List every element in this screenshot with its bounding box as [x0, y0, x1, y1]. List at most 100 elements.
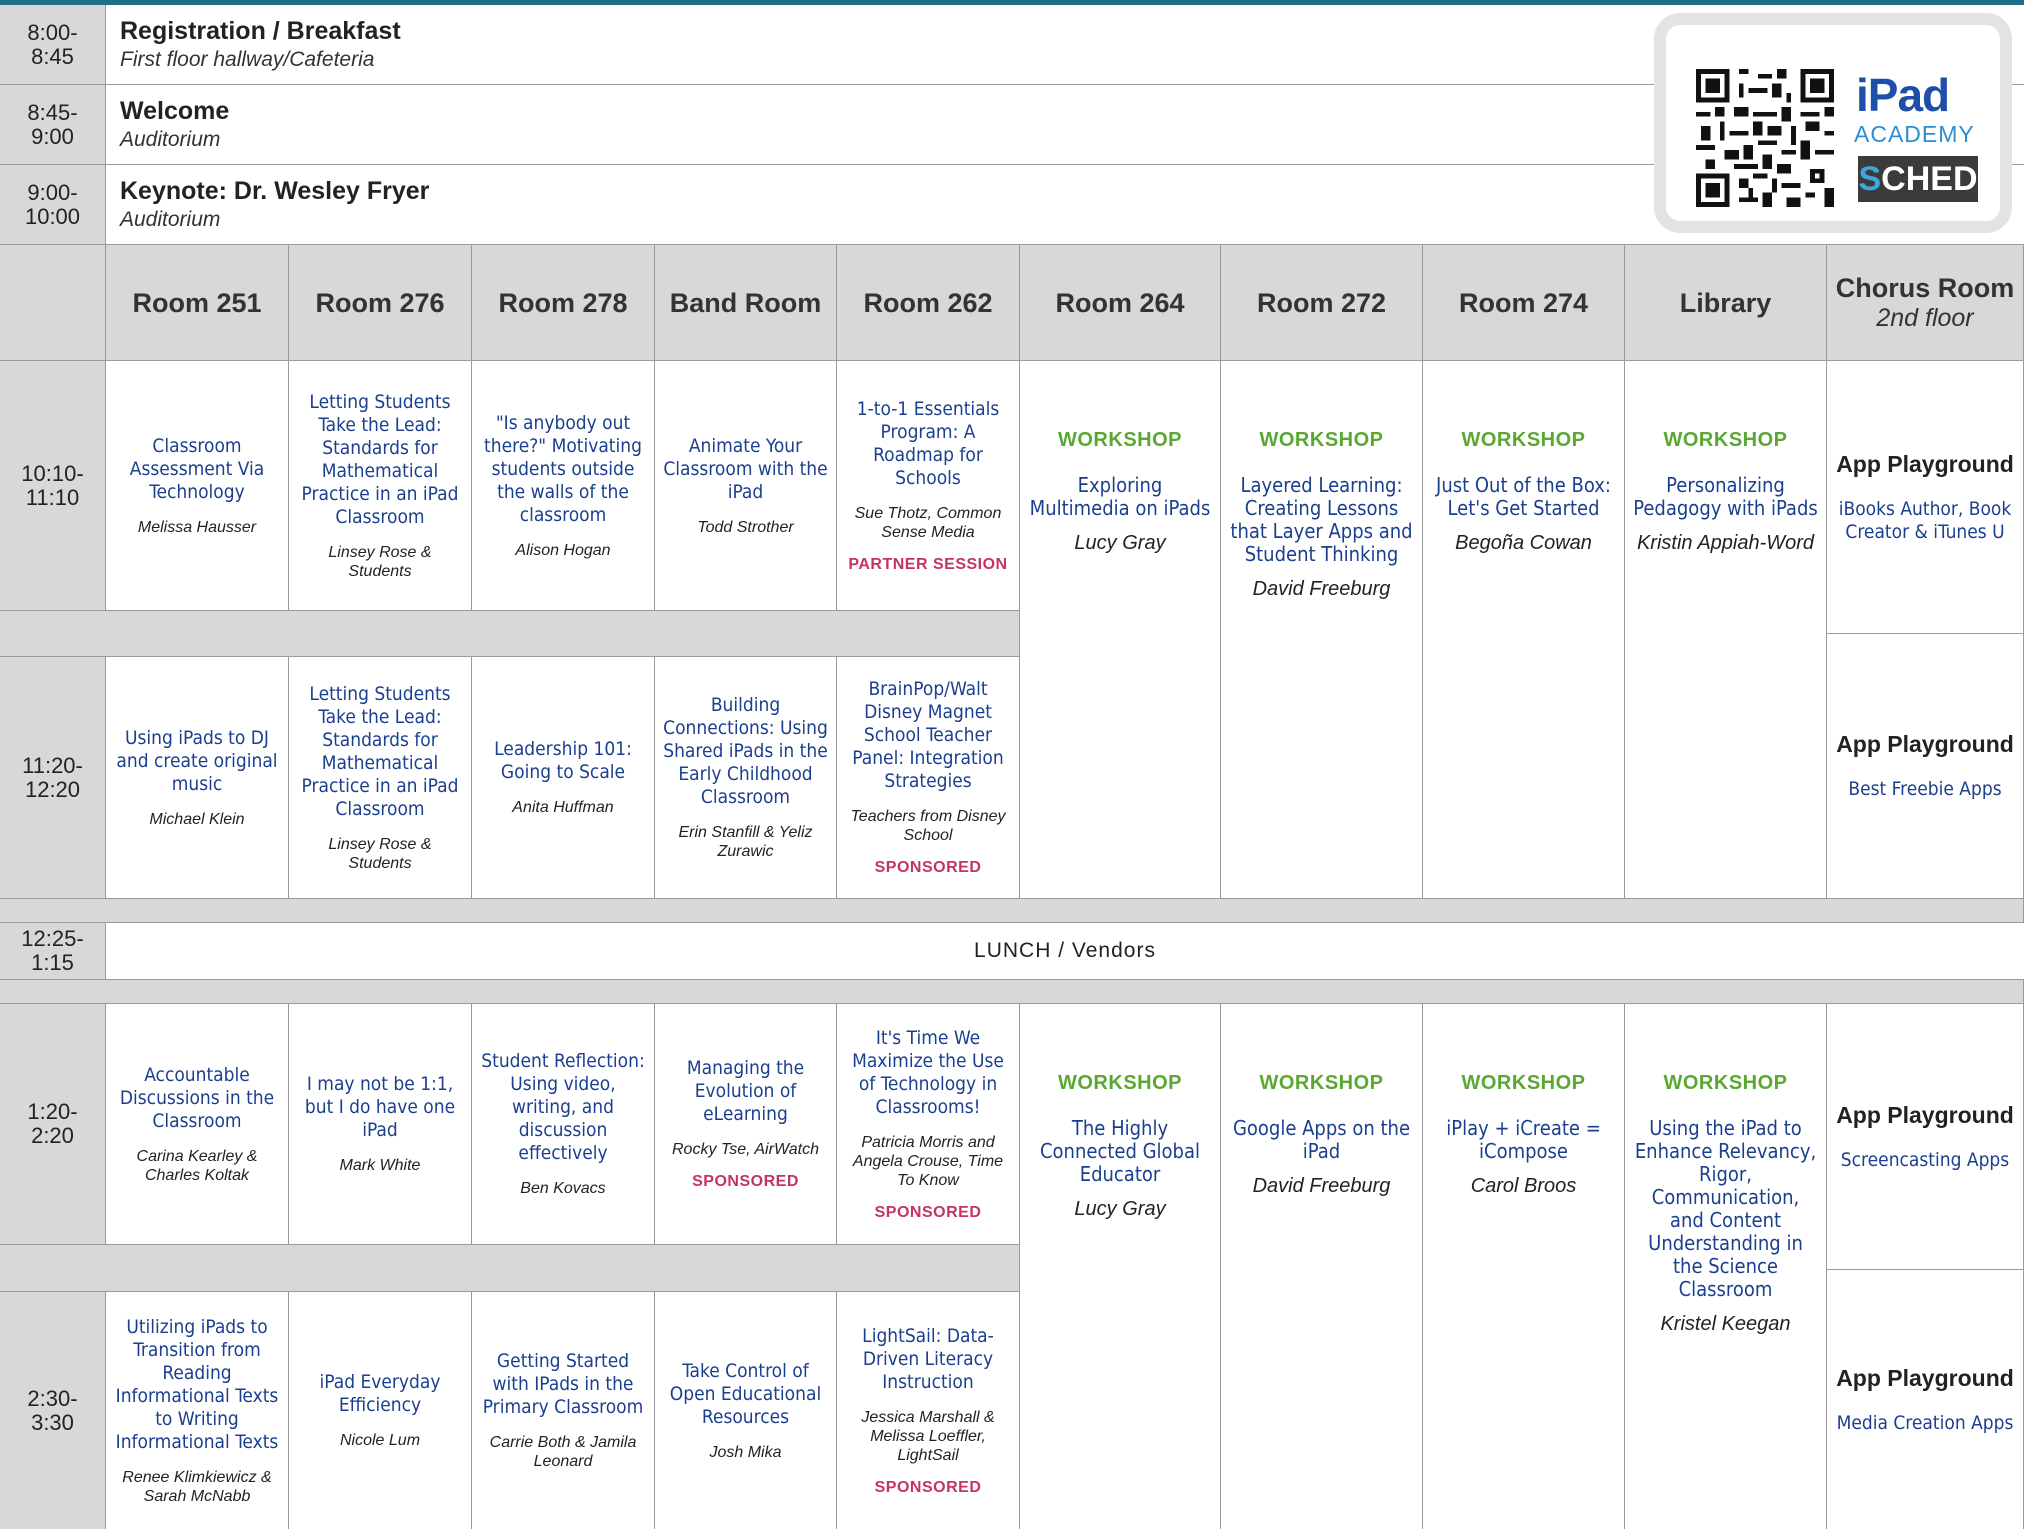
session-cell[interactable]: Managing the Evolution of eLearning Rocky… — [655, 1004, 837, 1245]
workshop-label: WORKSHOP — [1058, 1072, 1182, 1094]
playground-label: App Playground — [1836, 450, 2014, 477]
workshop-title: Exploring Multimedia on iPads — [1029, 473, 1211, 520]
session-cell[interactable]: Letting Students Take the Lead: Standard… — [289, 657, 472, 899]
session-cell[interactable]: Accountable Discussions in the Classroom… — [106, 1004, 289, 1245]
workshop-title: The Highly Connected Global Educator — [1039, 1116, 1201, 1186]
session-cell[interactable]: Utilizing iPads to Transition from Readi… — [106, 1292, 289, 1529]
session-cell[interactable]: Letting Students Take the Lead: Standard… — [289, 361, 472, 611]
session-presenter: Rocky Tse, AirWatch — [671, 1141, 819, 1158]
session-presenter: Melissa Hausser — [137, 518, 257, 536]
break-row-postlunch — [0, 980, 2024, 1004]
time-end: 12:20 — [24, 776, 81, 802]
room-header: Room 278 — [472, 245, 655, 361]
session-presenter: Carrie Both & Jamila Leonard — [489, 1434, 637, 1470]
session-title: Classroom Assessment Via Technology — [129, 434, 265, 503]
session-title: "Is anybody out there?" Motivating stude… — [484, 411, 642, 526]
qr-code-icon — [1696, 69, 1834, 207]
app-playground-cell[interactable]: App Playground Media Creation Apps — [1827, 1270, 2024, 1529]
session-cell[interactable]: Using iPads to DJ and create original mu… — [106, 657, 289, 899]
workshop-cell[interactable]: WORKSHOP Just Out of the Box: Let's Get S… — [1423, 361, 1625, 899]
time-end: 9:00 — [31, 123, 74, 149]
session-cell[interactable]: It's Time We Maximize the Use of Technol… — [837, 1004, 1020, 1245]
workshop-title: Just Out of the Box: Let's Get Started — [1436, 473, 1611, 520]
lunch-row: LUNCH / Vendors — [106, 923, 2024, 980]
session-title: Building Connections: Using Shared iPads… — [663, 694, 828, 808]
logo-badge: iPad ACADEMY S CHED — [1654, 13, 2012, 233]
room-header: Room 264 — [1020, 245, 1221, 361]
workshop-label: WORKSHOP — [1259, 429, 1384, 451]
time-start: 8:45- — [27, 99, 78, 125]
break-row-prelunch — [0, 899, 2024, 923]
app-playground-cell[interactable]: App Playground Best Freebie Apps — [1827, 634, 2024, 899]
session-presenter: Erin Stanfill & Yeliz Zurawic — [678, 824, 813, 860]
workshop-presenter: Kristel Keegan — [1660, 1313, 1791, 1335]
app-playground-cell[interactable]: App Playground iBooks Author, Book Creato… — [1827, 361, 2024, 634]
session-cell[interactable]: Classroom Assessment Via Technology Melis… — [106, 361, 289, 611]
session-cell[interactable]: I may not be 1:1, but I do have one iPad… — [289, 1004, 472, 1245]
session-cell[interactable]: 1-to-1 Essentials Program: A Roadmap for… — [837, 361, 1020, 611]
time-end: 2:20 — [31, 1123, 74, 1148]
session-cell[interactable]: Building Connections: Using Shared iPads… — [655, 657, 837, 899]
sponsored-badge: SPONSORED — [874, 859, 982, 876]
session-presenter: Linsey Rose & Students — [328, 543, 432, 580]
workshop-label: WORKSHOP — [1461, 429, 1586, 451]
workshop-presenter: David Freeburg — [1252, 578, 1391, 600]
session-presenter: Todd Strother — [697, 518, 794, 536]
time-slot-lunch: 12:25- 1:15 — [0, 923, 106, 980]
time-start: 8:00- — [27, 19, 78, 45]
sponsored-badge: SPONSORED — [874, 1203, 982, 1221]
workshop-title: Using the iPad to Enhance Relevancy, Rig… — [1634, 1116, 1817, 1301]
room-header: Room 251 — [106, 245, 289, 361]
session-presenter: Sue Thotz, Common Sense Media — [854, 504, 1002, 541]
session-cell[interactable]: Student Reflection: Using video, writing… — [472, 1004, 655, 1245]
workshop-presenter: Lucy Gray — [1074, 532, 1166, 554]
sched-logo-text: CHED — [1881, 159, 1978, 198]
break-row-am — [0, 611, 1020, 657]
session-cell[interactable]: Animate Your Classroom with the iPad Todd… — [655, 361, 837, 611]
session-cell[interactable]: "Is anybody out there?" Motivating stude… — [472, 361, 655, 611]
time-start: 9:00- — [27, 179, 78, 205]
workshop-cell[interactable]: WORKSHOP Google Apps on the iPad David Fre… — [1221, 1004, 1423, 1529]
workshop-cell[interactable]: WORKSHOP Using the iPad to Enhance Releva… — [1625, 1004, 1827, 1529]
playground-label: App Playground — [1836, 731, 2014, 757]
sched-logo-s: S — [1858, 159, 1882, 198]
break-row-pm — [0, 1245, 1020, 1292]
session-cell[interactable]: BrainPop/Walt Disney Magnet School Teach… — [837, 657, 1020, 899]
session-cell[interactable]: Take Control of Open Educational Resourc… — [655, 1292, 837, 1529]
workshop-label: WORKSHOP — [1058, 429, 1182, 451]
session-title: Getting Started with IPads in the Primar… — [482, 1350, 644, 1418]
header-corner — [0, 245, 106, 361]
workshop-label: WORKSHOP — [1461, 1072, 1586, 1094]
session-title: LightSail: Data-Driven Literacy Instruct… — [862, 1324, 994, 1393]
session-cell[interactable]: Getting Started with IPads in the Primar… — [472, 1292, 655, 1529]
workshop-cell[interactable]: WORKSHOP The Highly Connected Global Educ… — [1020, 1004, 1221, 1529]
session-title: 1-to-1 Essentials Program: A Roadmap for… — [856, 397, 1000, 489]
playground-label: App Playground — [1836, 1101, 2014, 1128]
time-slot-3: 1:20- 2:20 — [0, 1004, 106, 1245]
workshop-label: WORKSHOP — [1259, 1072, 1384, 1094]
workshop-cell[interactable]: WORKSHOP Personalizing Pedagogy with iPad… — [1625, 361, 1827, 899]
session-presenter: Mark White — [339, 1157, 421, 1174]
ipad-logo-text: iPad — [1856, 69, 1950, 121]
session-cell[interactable]: LightSail: Data-Driven Literacy Instruct… — [837, 1292, 1020, 1529]
session-title: Animate Your Classroom with the iPad — [663, 434, 828, 503]
workshop-cell[interactable]: WORKSHOP iPlay + iCreate = iCompose Carol … — [1423, 1004, 1625, 1529]
workshop-label: WORKSHOP — [1663, 429, 1788, 451]
app-playground-cell[interactable]: App Playground Screencasting Apps — [1827, 1004, 2024, 1270]
room-header: Band Room — [655, 245, 837, 361]
time-slot-4: 2:30- 3:30 — [0, 1292, 106, 1529]
room-header: Room 276 — [289, 245, 472, 361]
session-cell[interactable]: Leadership 101: Going to Scale Anita Huff… — [472, 657, 655, 899]
session-presenter: Carina Kearley & Charles Koltak — [136, 1147, 258, 1184]
workshop-presenter: Kristin Appiah-Word — [1636, 532, 1815, 554]
workshop-cell[interactable]: WORKSHOP Layered Learning: Creating Lesso… — [1221, 361, 1423, 899]
workshop-title: Layered Learning: Creating Lessons that … — [1230, 473, 1413, 566]
session-title: BrainPop/Walt Disney Magnet School Teach… — [852, 678, 1004, 792]
session-presenter: Patricia Morris and Angela Crouse, Time … — [852, 1133, 1004, 1189]
session-title: It's Time We Maximize the Use of Technol… — [852, 1026, 1004, 1118]
workshop-cell[interactable]: WORKSHOP Exploring Multimedia on iPads Luc… — [1020, 361, 1221, 899]
session-cell[interactable]: iPad Everyday Efficiency Nicole Lum — [289, 1292, 472, 1529]
session-title: Student Reflection: Using video, writing… — [481, 1050, 645, 1164]
time-registration: 8:00- 8:45 — [0, 5, 106, 85]
session-title: Utilizing iPads to Transition from Readi… — [115, 1315, 279, 1453]
